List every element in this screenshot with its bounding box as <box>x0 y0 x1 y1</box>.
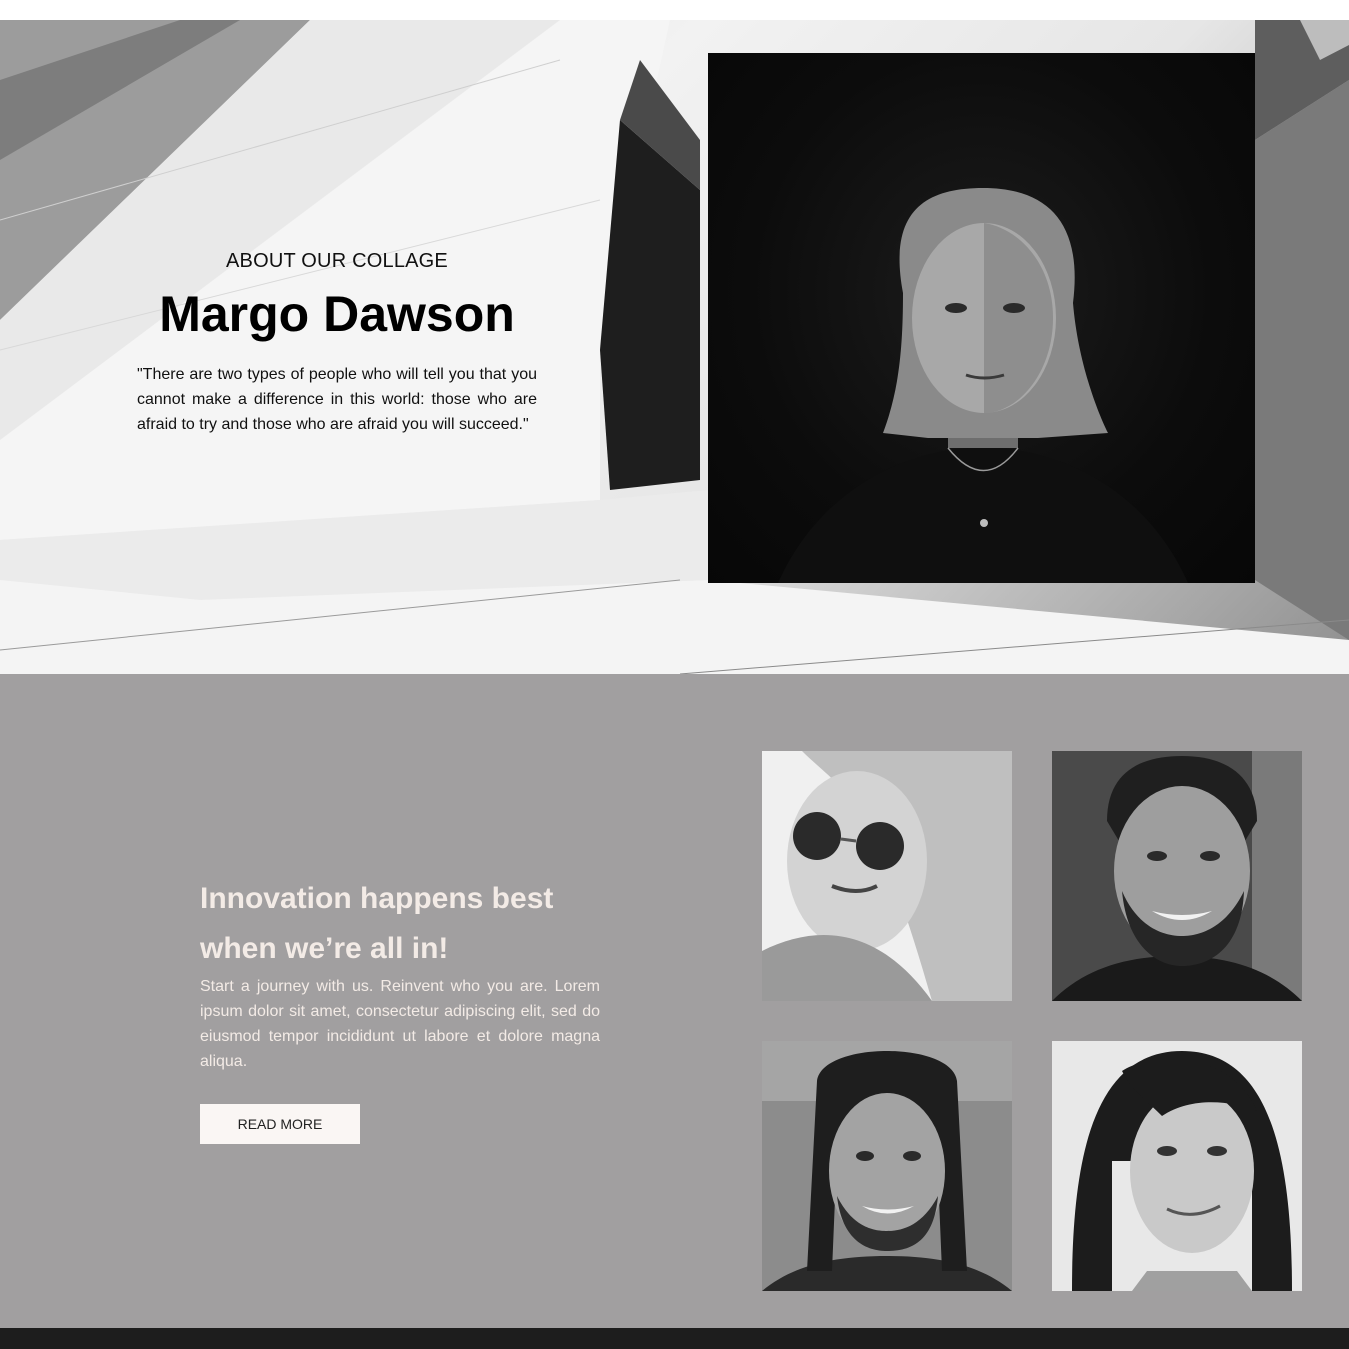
team-photo-man-dreadlocks <box>762 1041 1012 1291</box>
team-photo-woman-sunglasses <box>762 751 1012 1001</box>
woman-portrait-image <box>708 53 1255 583</box>
innovation-text-block: Innovation happens best when we’re all i… <box>200 874 600 1074</box>
section-eyebrow: ABOUT OUR COLLAGE <box>226 250 448 272</box>
team-photo-bearded-man <box>1052 751 1302 1001</box>
team-photo-smiling-woman <box>1052 1041 1302 1291</box>
footer-bar <box>0 1328 1349 1349</box>
read-more-button[interactable]: READ MORE <box>200 1104 360 1144</box>
innovation-heading: Innovation happens best when we’re all i… <box>200 882 554 965</box>
person-name-heading: Margo Dawson <box>159 286 515 342</box>
innovation-body-text: Start a journey with us. Reinvent who yo… <box>200 978 600 1070</box>
innovation-section: Innovation happens best when we’re all i… <box>0 674 1349 1328</box>
quote-text: "There are two types of people who will … <box>137 366 537 433</box>
about-text-block: ABOUT OUR COLLAGE Margo Dawson "There ar… <box>137 250 537 437</box>
about-hero-section: ABOUT OUR COLLAGE Margo Dawson "There ar… <box>0 20 1349 674</box>
